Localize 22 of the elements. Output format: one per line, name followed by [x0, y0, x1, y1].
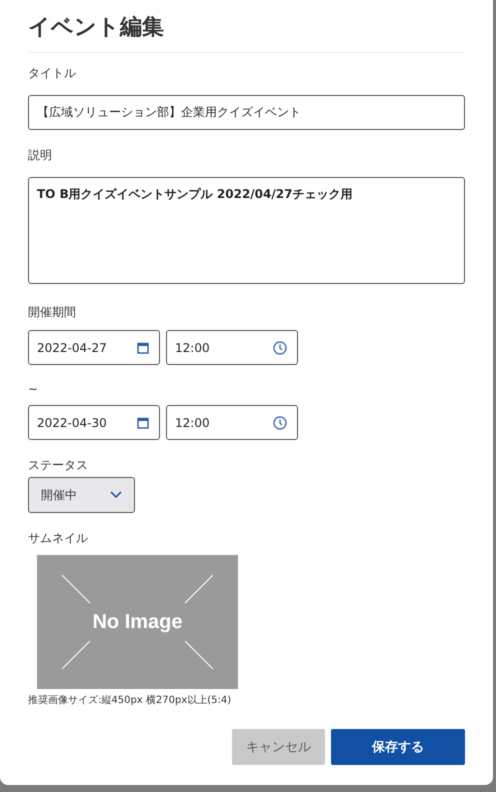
calendar-icon[interactable] [137, 416, 149, 428]
status-select[interactable]: 開催中 [28, 477, 135, 513]
description-field[interactable]: TO B用クイズイベントサンプル 2022/04/27チェック用 [28, 177, 465, 284]
field-label: ステータス [28, 457, 88, 473]
range-separator: ~ [28, 381, 38, 397]
chevron-down-icon [110, 491, 122, 499]
field-label: 開催期間 [28, 304, 76, 320]
field-label: タイトル [28, 65, 76, 81]
calendar-icon[interactable] [137, 342, 149, 354]
placeholder-text: No Image [92, 610, 183, 634]
size-note: 推奨画像サイズ:縦450px 横270px以上(5:4) [28, 694, 232, 707]
field-label: 説明 [28, 147, 52, 163]
field-label: サムネイル [28, 530, 88, 546]
date-field[interactable]: 2022-04-30 [28, 405, 160, 440]
save-button[interactable]: 保存する [331, 729, 465, 765]
clock-icon[interactable] [273, 340, 287, 354]
dialog-title: イベント編集 [28, 14, 165, 42]
time-field[interactable]: 12:00 [166, 405, 298, 440]
clock-icon[interactable] [273, 416, 287, 430]
date-field[interactable]: 2022-04-27 [28, 330, 160, 365]
title-field[interactable]: 【広域ソリューション部】企業用クイズイベント [28, 95, 465, 130]
time-field[interactable]: 12:00 [166, 330, 298, 365]
